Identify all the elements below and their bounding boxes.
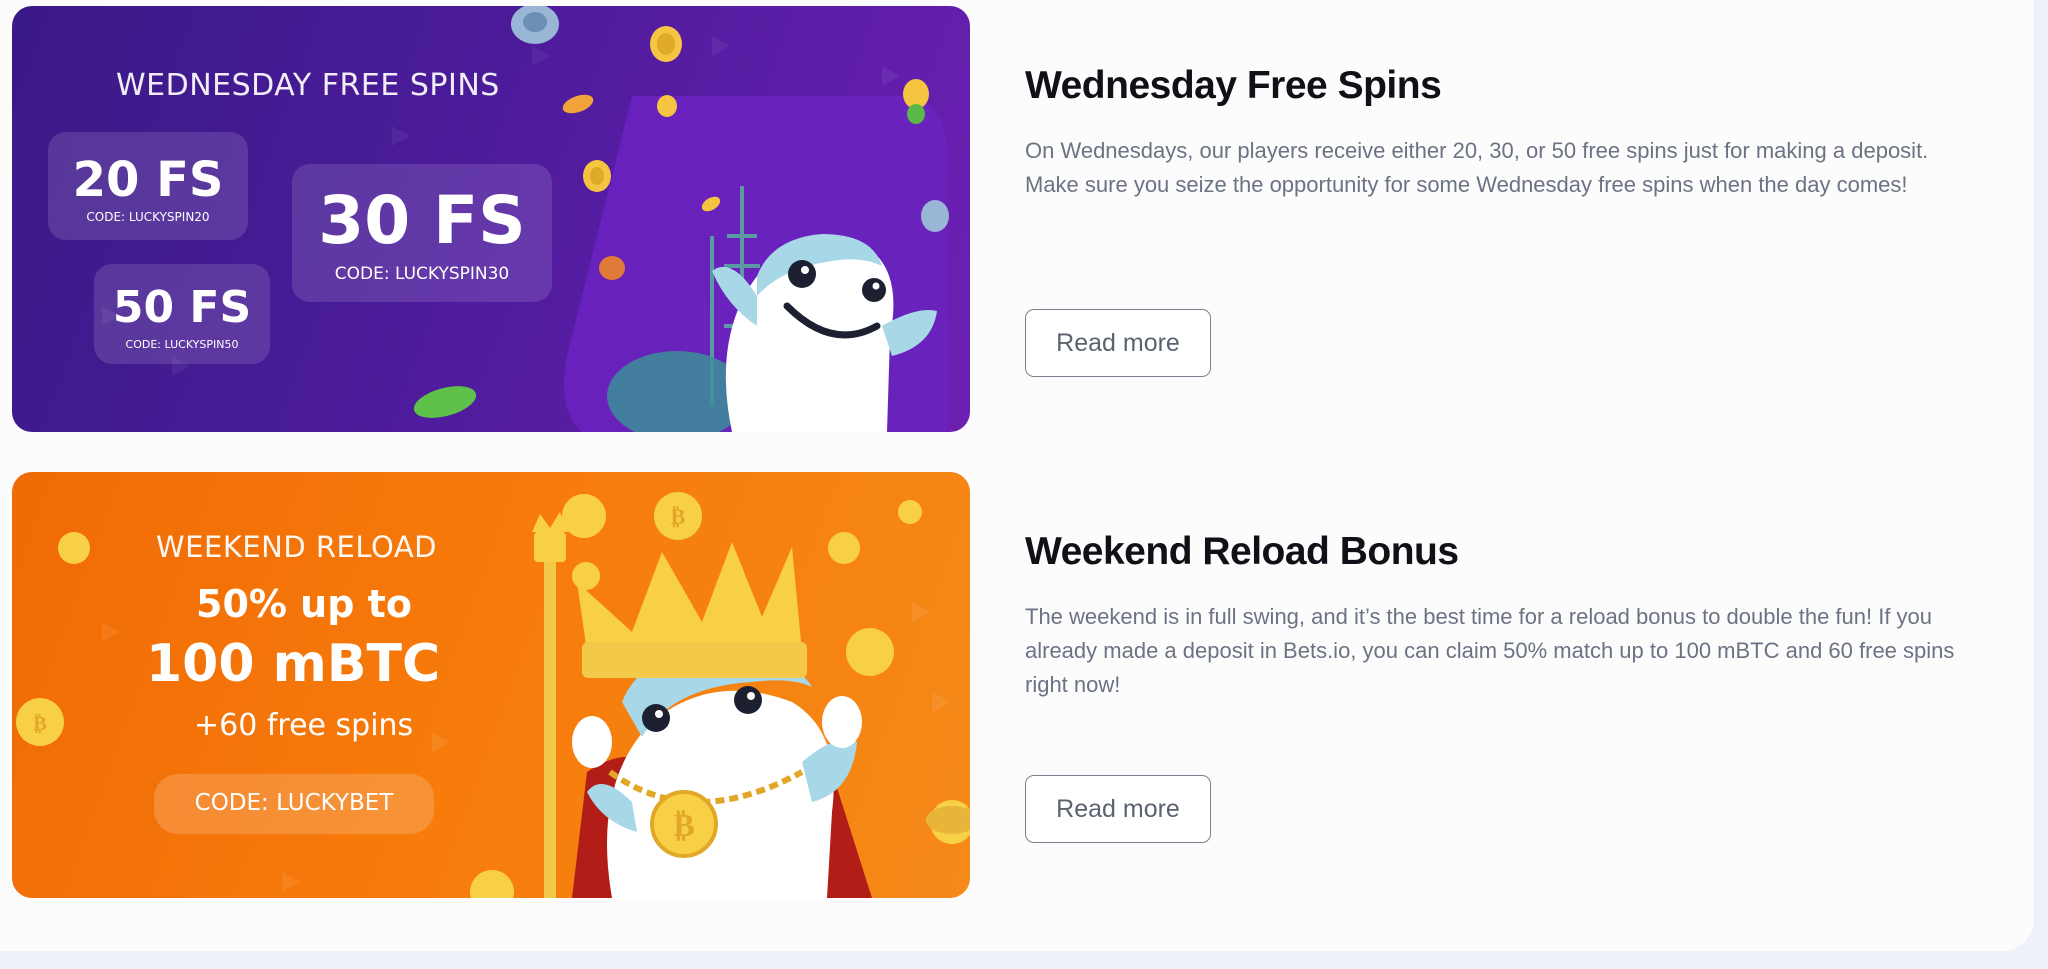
promo-banner-wednesday[interactable]: WEDNESDAY FREE SPINS 20 FS CODE: LUCKYSP…: [12, 6, 970, 432]
promo-card-wednesday: WEDNESDAY FREE SPINS 20 FS CODE: LUCKYSP…: [0, 6, 2034, 436]
offer-30fs: 30 FS CODE: LUCKYSPIN30: [292, 164, 552, 302]
promo-banner-weekend[interactable]: ₿ ₿ ₿ WEEKEND RELOAD 50% up to 100 mBTC …: [12, 472, 970, 898]
offer-50fs: 50 FS CODE: LUCKYSPIN50: [94, 264, 270, 364]
svg-text:₿: ₿: [33, 711, 46, 735]
promo-title: Wednesday Free Spins: [1025, 64, 1442, 107]
promo-title: Weekend Reload Bonus: [1025, 530, 1459, 573]
promo-info-weekend: Weekend Reload Bonus The weekend is in f…: [1025, 472, 1985, 843]
svg-text:₿: ₿: [671, 505, 686, 530]
scepter-icon: [532, 512, 568, 898]
promo-description: The weekend is in full swing, and it’s t…: [1025, 604, 1955, 697]
offer-20fs: 20 FS CODE: LUCKYSPIN20: [48, 132, 248, 240]
banner-code-pill: CODE: LUCKYBET: [154, 774, 434, 834]
banner-heading: WEEKEND RELOAD: [156, 530, 437, 564]
promo-card-weekend: ₿ ₿ ₿ WEEKEND RELOAD 50% up to 100 mBTC …: [0, 472, 2034, 902]
banner-heading: WEDNESDAY FREE SPINS: [116, 68, 500, 103]
promotions-page: WEDNESDAY FREE SPINS 20 FS CODE: LUCKYSP…: [0, 0, 2034, 951]
crown-icon: [577, 542, 807, 678]
read-more-button[interactable]: Read more: [1025, 775, 1211, 843]
banner-line2: 100 mBTC: [146, 634, 441, 694]
banner-line3: +60 free spins: [194, 708, 414, 743]
read-more-button[interactable]: Read more: [1025, 309, 1211, 377]
svg-text:₿: ₿: [673, 806, 694, 844]
promo-info-wednesday: Wednesday Free Spins On Wednesdays, our …: [1025, 6, 1985, 377]
banner-line1: 50% up to: [196, 582, 412, 626]
promo-description: On Wednesdays, our players receive eithe…: [1025, 138, 1929, 197]
